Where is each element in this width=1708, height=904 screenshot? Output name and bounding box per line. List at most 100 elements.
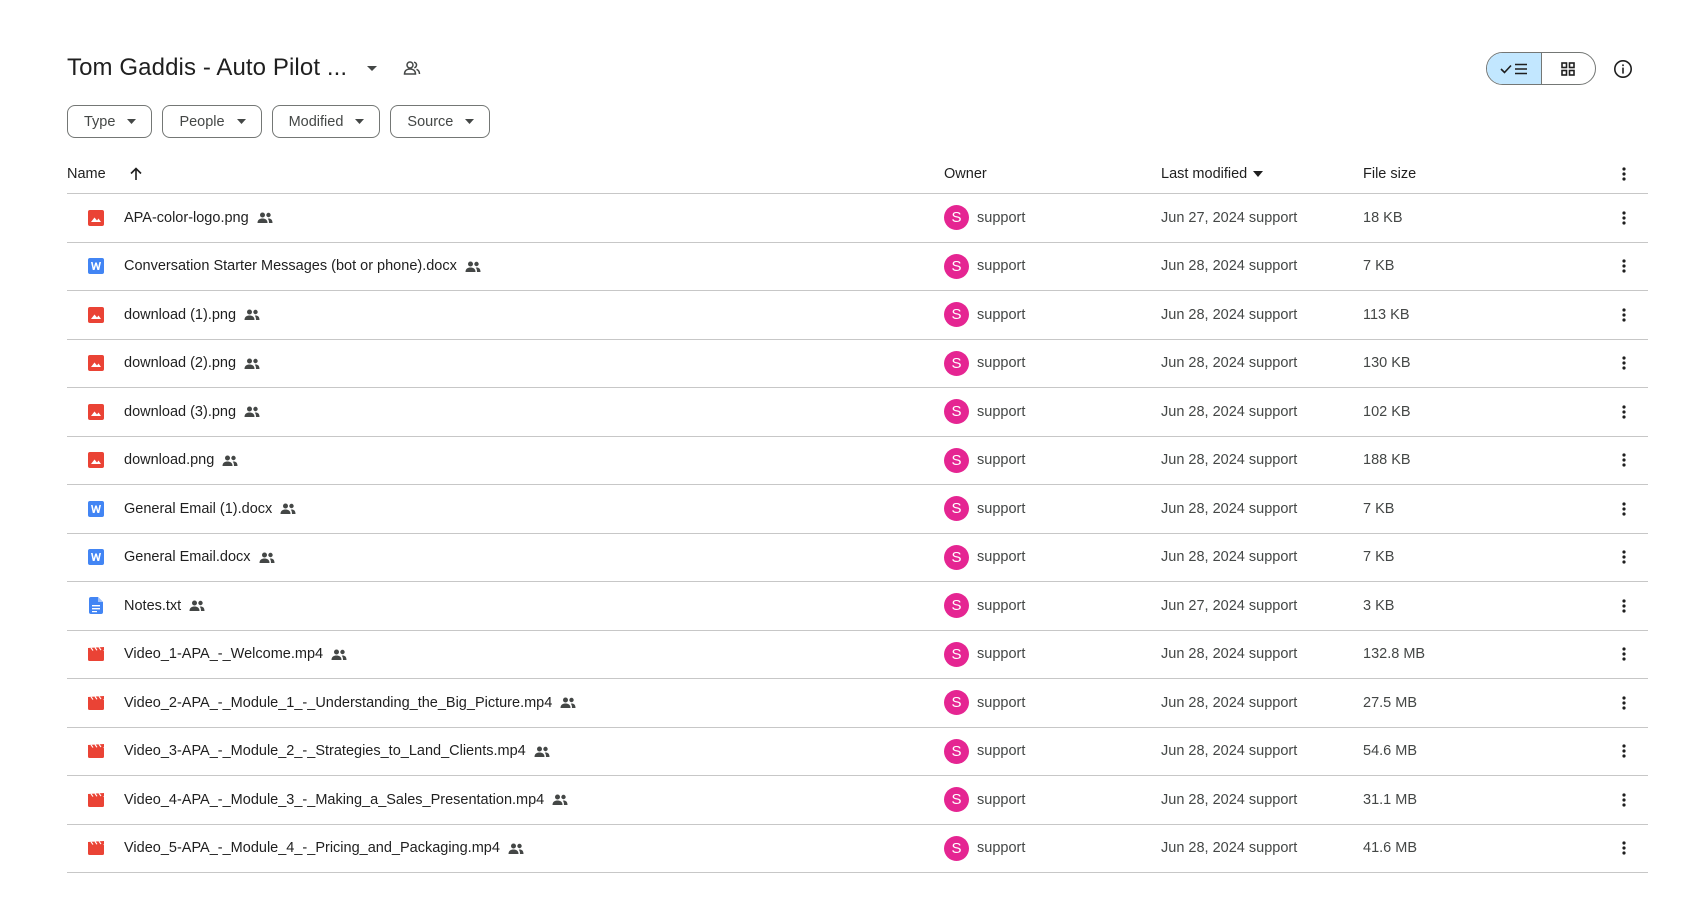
table-row[interactable]: Conversation Starter Messages (bot or ph… — [67, 243, 1648, 291]
file-name-cell[interactable]: Notes.txt — [124, 598, 209, 614]
column-last-modified[interactable]: Last modified — [1161, 165, 1264, 182]
folder-title[interactable]: Tom Gaddis - Auto Pilot ... — [67, 54, 347, 82]
more-vert-icon[interactable] — [1612, 351, 1636, 375]
table-row[interactable]: Notes.txt S support Jun 27, 2024 support… — [67, 582, 1648, 631]
filter-source[interactable]: Source — [390, 105, 491, 138]
table-row[interactable]: download (3).png S support Jun 28, 2024 … — [67, 388, 1648, 437]
file-name-cell[interactable]: Video_2-APA_-_Module_1_-_Understanding_t… — [124, 695, 580, 711]
more-vert-icon[interactable] — [1612, 254, 1636, 278]
file-name-cell[interactable]: General Email.docx — [124, 549, 279, 565]
file-name-cell[interactable]: download (1).png — [124, 307, 264, 323]
owner-name: support — [977, 549, 1026, 566]
list-view-button[interactable] — [1487, 53, 1542, 84]
more-vert-icon[interactable] — [1612, 497, 1636, 521]
table-row[interactable]: APA-color-logo.png S support Jun 27, 202… — [67, 194, 1648, 243]
table-row[interactable]: Video_1-APA_-_Welcome.mp4 S support Jun … — [67, 631, 1648, 679]
file-name-cell[interactable]: download (3).png — [124, 404, 264, 420]
owner-name: support — [977, 694, 1026, 711]
table-row[interactable]: Video_2-APA_-_Module_1_-_Understanding_t… — [67, 679, 1648, 728]
more-vert-icon[interactable] — [1612, 448, 1636, 472]
shared-icon — [222, 453, 242, 467]
owner-name: support — [977, 403, 1026, 420]
table-row[interactable]: Video_5-APA_-_Module_4_-_Pricing_and_Pac… — [67, 825, 1648, 873]
owner-cell[interactable]: S support — [944, 496, 1025, 522]
more-vert-icon[interactable] — [1612, 836, 1636, 860]
filter-modified[interactable]: Modified — [271, 105, 381, 138]
more-vert-icon[interactable] — [1612, 162, 1636, 186]
check-list-icon — [1500, 63, 1527, 74]
owner-cell[interactable]: S support — [944, 690, 1026, 716]
file-name-cell[interactable]: Conversation Starter Messages (bot or ph… — [124, 258, 485, 274]
avatar: S — [944, 544, 969, 570]
file-name-cell[interactable]: APA-color-logo.png — [124, 210, 277, 226]
file-size-cell: 7 KB — [1363, 258, 1395, 275]
file-name-cell[interactable]: download.png — [124, 452, 242, 468]
more-vert-icon[interactable] — [1612, 594, 1636, 618]
table-row[interactable]: Video_3-APA_-_Module_2_-_Strategies_to_L… — [67, 728, 1648, 776]
shared-icon — [259, 550, 279, 564]
owner-cell[interactable]: S support — [944, 787, 1025, 813]
grid-icon — [1561, 61, 1576, 76]
column-name[interactable]: Name — [67, 166, 106, 182]
shared-icon — [534, 744, 554, 758]
column-file-size[interactable]: File size — [1363, 166, 1416, 182]
info-button[interactable] — [1610, 56, 1636, 82]
word-icon — [87, 548, 105, 566]
table-row[interactable]: download.png S support Jun 28, 2024 supp… — [67, 437, 1648, 485]
file-name-cell[interactable]: General Email (1).docx — [124, 501, 300, 517]
owner-cell[interactable]: S support — [944, 350, 1025, 376]
caret-down-icon[interactable] — [361, 57, 383, 79]
shared-icon — [244, 356, 264, 370]
more-vert-icon[interactable] — [1612, 788, 1636, 812]
file-size-cell: 132.8 MB — [1363, 646, 1426, 663]
owner-cell[interactable]: S support — [944, 205, 1025, 231]
filter-people[interactable]: People — [162, 105, 262, 138]
file-list: APA-color-logo.png S support Jun 27, 202… — [67, 194, 1648, 886]
more-vert-icon[interactable] — [1612, 691, 1636, 715]
file-name-cell[interactable]: Video_1-APA_-_Welcome.mp4 — [124, 646, 351, 662]
video-icon — [87, 839, 105, 857]
file-name-cell[interactable]: Video_3-APA_-_Module_2_-_Strategies_to_L… — [124, 743, 554, 759]
table-header: Name Owner Last modified File size — [67, 154, 1648, 194]
owner-cell[interactable]: S support — [944, 302, 1025, 328]
table-row[interactable]: download (1).png S support Jun 28, 2024 … — [67, 291, 1648, 340]
more-vert-icon[interactable] — [1612, 206, 1636, 230]
owner-cell[interactable]: S support — [944, 641, 1025, 667]
file-size-cell: 130 KB — [1363, 355, 1411, 372]
column-owner[interactable]: Owner — [944, 166, 987, 182]
sort-down-icon — [1253, 170, 1264, 177]
more-vert-icon[interactable] — [1612, 400, 1636, 424]
owner-cell[interactable]: S support — [944, 835, 1025, 861]
owner-cell[interactable]: S support — [944, 738, 1025, 764]
shared-people-icon[interactable] — [401, 57, 423, 79]
owner-cell[interactable]: S support — [944, 253, 1025, 279]
file-name: APA-color-logo.png — [124, 209, 249, 226]
table-row[interactable]: General Email.docx S support Jun 28, 202… — [67, 534, 1648, 582]
file-name-cell[interactable]: Video_4-APA_-_Module_3_-_Making_a_Sales_… — [124, 792, 572, 808]
file-size-cell: 31.1 MB — [1363, 791, 1417, 808]
more-vert-icon[interactable] — [1612, 739, 1636, 763]
owner-cell[interactable]: S support — [944, 544, 1026, 570]
owner-cell[interactable]: S support — [944, 399, 1026, 425]
avatar: S — [944, 835, 969, 861]
table-row[interactable]: General Email (1).docx S support Jun 28,… — [67, 485, 1648, 534]
more-vert-icon[interactable] — [1612, 303, 1636, 327]
file-name: General Email (1).docx — [124, 500, 273, 517]
last-modified-cell: Jun 28, 2024 support — [1161, 355, 1298, 372]
owner-cell[interactable]: S support — [944, 447, 1025, 473]
file-name: Video_2-APA_-_Module_1_-_Understanding_t… — [124, 694, 553, 711]
table-row[interactable]: download (2).png S support Jun 28, 2024 … — [67, 340, 1648, 388]
shared-icon — [189, 599, 209, 613]
file-name-cell[interactable]: Video_5-APA_-_Module_4_-_Pricing_and_Pac… — [124, 840, 528, 856]
column-last-modified-label: Last modified — [1161, 165, 1248, 182]
file-name-cell[interactable]: download (2).png — [124, 355, 264, 371]
more-vert-icon[interactable] — [1612, 642, 1636, 666]
filter-type[interactable]: Type — [67, 105, 153, 138]
avatar: S — [944, 205, 969, 231]
table-row[interactable]: Video_4-APA_-_Module_3_-_Making_a_Sales_… — [67, 776, 1648, 825]
arrow-up-icon[interactable] — [127, 165, 145, 183]
owner-cell[interactable]: S support — [944, 593, 1025, 619]
more-vert-icon[interactable] — [1612, 545, 1636, 569]
folder-header: Tom Gaddis - Auto Pilot ... — [67, 50, 423, 86]
grid-view-button[interactable] — [1542, 53, 1596, 84]
